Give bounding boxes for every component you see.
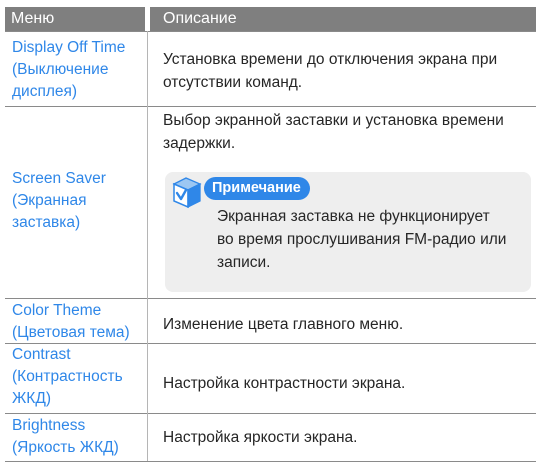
menu-line: Display Off Time xyxy=(12,39,126,56)
menu-line: (Экранная xyxy=(12,192,87,209)
note-line: Экранная заставка не функционирует xyxy=(217,208,490,225)
header-description: Описание xyxy=(150,7,536,31)
desc-line: Установка времени до отключения экрана п… xyxy=(163,51,498,68)
row-divider xyxy=(5,461,536,462)
menu-line: (Контрастность xyxy=(12,368,123,385)
menu-line: дисплея) xyxy=(12,83,78,100)
desc-color-theme: Изменение цвета главного меню. xyxy=(163,313,531,336)
row-divider xyxy=(5,31,536,32)
note-text: Экранная заставка не функционирует во вр… xyxy=(217,205,527,274)
row-divider xyxy=(5,413,536,414)
menu-line: Contrast xyxy=(12,346,71,363)
desc-screen-saver: Выбор экранной заставки и установка врем… xyxy=(163,109,531,155)
menu-line: заставка) xyxy=(12,214,81,231)
desc-brightness: Настройка яркости экрана. xyxy=(163,426,531,449)
desc-display-off-time: Установка времени до отключения экрана п… xyxy=(163,48,531,94)
note-checkbox-icon xyxy=(172,177,202,209)
menu-line: (Цветовая тема) xyxy=(12,324,130,341)
menu-line: Screen Saver xyxy=(12,170,106,187)
note-line: записи. xyxy=(217,254,271,271)
menu-line: (Яркость ЖКД) xyxy=(12,439,119,456)
note-line: во время прослушивания FM-радио или xyxy=(217,231,507,248)
menu-display-off-time: Display Off Time (Выключение дисплея) xyxy=(12,37,146,103)
desc-contrast: Настройка контрастности экрана. xyxy=(163,372,531,395)
menu-contrast: Contrast (Контрастность ЖКД) xyxy=(12,344,146,410)
desc-line: задержки. xyxy=(163,135,236,152)
desc-line: Настройка контрастности экрана. xyxy=(163,375,406,392)
row-divider xyxy=(5,106,536,107)
note-label: Примечание xyxy=(204,177,310,200)
desc-line: Изменение цвета главного меню. xyxy=(163,316,404,333)
menu-line: ЖКД) xyxy=(12,390,51,407)
menu-line: Brightness xyxy=(12,417,86,434)
menu-line: Color Theme xyxy=(12,302,102,319)
desc-line: отсутствии команд. xyxy=(163,74,303,91)
menu-screen-saver: Screen Saver (Экранная заставка) xyxy=(12,168,146,234)
menu-line: (Выключение xyxy=(12,61,109,78)
row-divider xyxy=(5,298,536,299)
desc-line: Настройка яркости экрана. xyxy=(163,429,358,446)
menu-brightness: Brightness (Яркость ЖКД) xyxy=(12,415,146,459)
header-menu: Меню xyxy=(5,7,145,31)
menu-color-theme: Color Theme (Цветовая тема) xyxy=(12,300,146,344)
desc-line: Выбор экранной заставки и установка врем… xyxy=(163,112,504,129)
column-divider xyxy=(147,31,148,461)
